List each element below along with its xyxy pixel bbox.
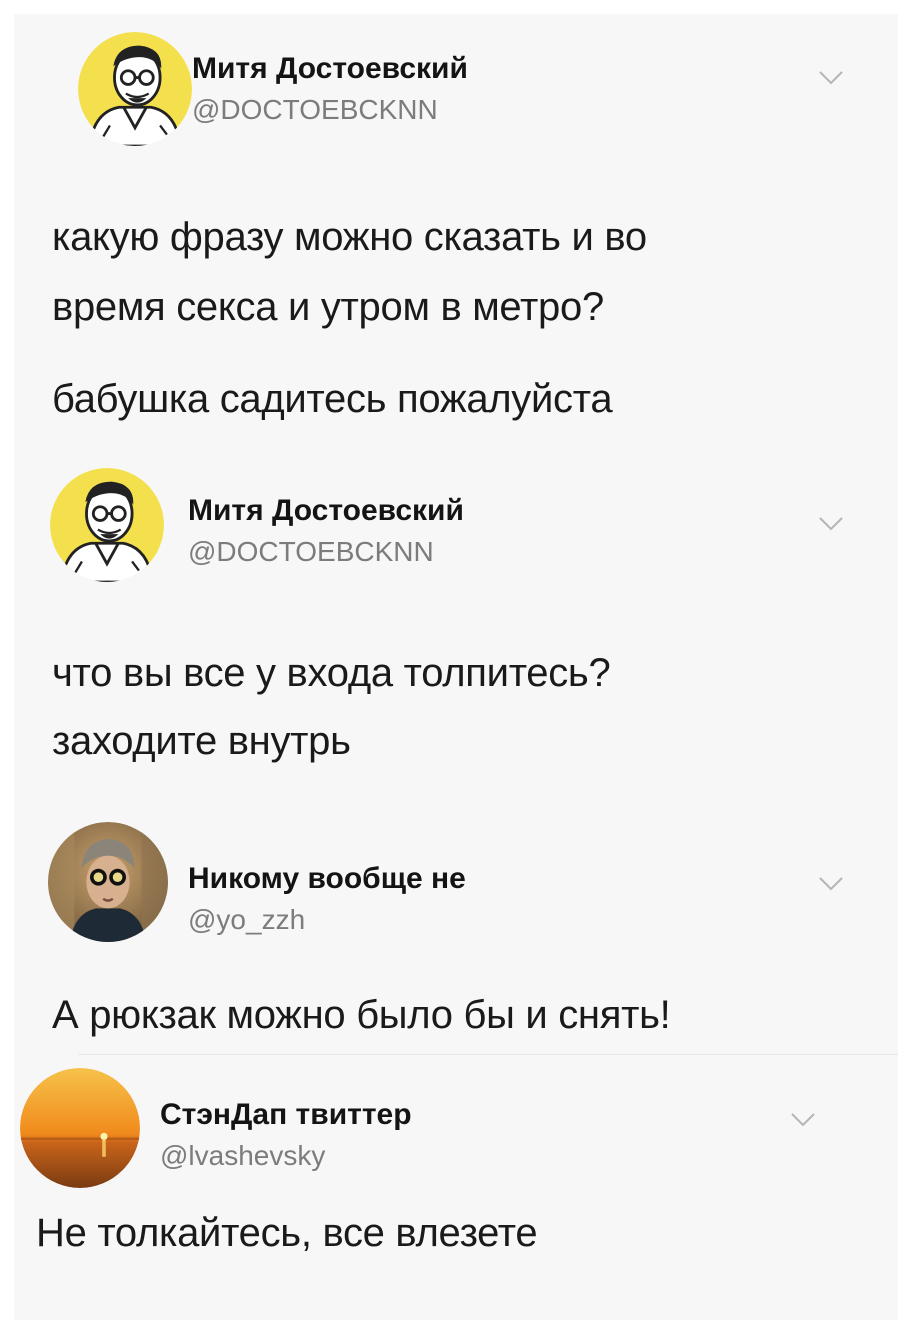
- tweet-2: Митя Достоевский @DOCTOEBCKNN что вы все…: [14, 454, 898, 834]
- avatar-goggles-man[interactable]: [48, 822, 168, 942]
- tweet-text-line-1: какую фразу можно сказать и во: [52, 215, 647, 259]
- avatar-dostoevsky[interactable]: [78, 32, 192, 146]
- chevron-down-icon[interactable]: [818, 516, 844, 532]
- tweet-4: СтэнДап твиттер @lvashevsky Не толкайтес…: [14, 1054, 898, 1320]
- tweet-1: Митя Достоевский @DOCTOEBCKNN какую фраз…: [14, 14, 898, 454]
- tweet-screenshot-collage: Митя Достоевский @DOCTOEBCKNN какую фраз…: [14, 14, 898, 1320]
- tweet-3: Никому вообще не @yo_zzh А рюкзак можно …: [14, 814, 898, 1054]
- avatar-sunset[interactable]: [20, 1068, 140, 1188]
- author-handle[interactable]: @lvashevsky: [160, 1140, 325, 1172]
- author-handle[interactable]: @yo_zzh: [188, 904, 305, 936]
- author-handle[interactable]: @DOCTOEBCKNN: [188, 536, 434, 568]
- chevron-down-icon[interactable]: [818, 70, 844, 86]
- avatar-dostoevsky[interactable]: [50, 468, 164, 582]
- tweet-text-line-2: время секса и утром в метро?: [52, 285, 604, 329]
- illustrated-man-avatar-icon: [78, 32, 192, 146]
- author-name[interactable]: СтэнДап твиттер: [160, 1098, 412, 1132]
- tweet-text-line-1: что вы все у входа толпитесь?: [52, 651, 611, 695]
- tweet-text-line-2: заходите внутрь: [52, 719, 351, 763]
- tweet-reply-text: бабушка садитесь пожалуйста: [52, 377, 613, 421]
- chevron-down-icon[interactable]: [790, 1112, 816, 1128]
- tweet-text-line-1: Не толкайтесь, все влезете: [36, 1211, 538, 1255]
- illustrated-man-avatar-icon: [50, 468, 164, 582]
- author-name[interactable]: Никому вообще не: [188, 862, 466, 896]
- man-with-goggles-photo-icon: [48, 822, 168, 942]
- author-handle[interactable]: @DOCTOEBCKNN: [192, 94, 438, 126]
- author-name[interactable]: Митя Достоевский: [188, 494, 464, 528]
- chevron-down-icon[interactable]: [818, 876, 844, 892]
- author-name[interactable]: Митя Достоевский: [192, 52, 468, 86]
- tweet-text-line-1: А рюкзак можно было бы и снять!: [52, 993, 671, 1037]
- sunset-over-sea-icon: [20, 1068, 140, 1188]
